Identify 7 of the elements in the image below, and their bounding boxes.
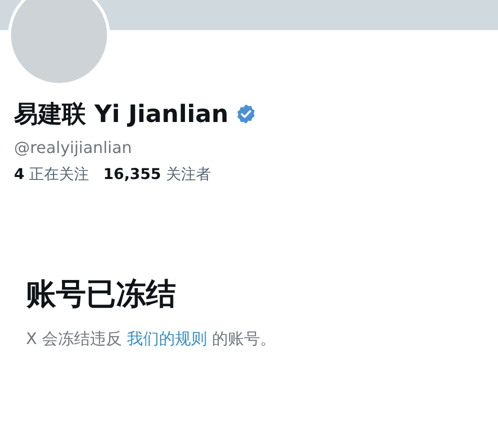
rules-link[interactable]: 我们的规则	[127, 329, 208, 348]
display-name: 易建联 Yi Jianlian	[14, 99, 228, 130]
user-handle: @realyijianlian	[14, 138, 133, 157]
follow-stat-link[interactable]: 16,355 关注者	[103, 165, 211, 184]
notice-title: 账号已冻结	[26, 276, 177, 314]
notice-message: X 会冻结违反 我们的规则 的账号。	[26, 329, 278, 350]
follow-stat-link[interactable]: 4 正在关注	[14, 165, 90, 184]
